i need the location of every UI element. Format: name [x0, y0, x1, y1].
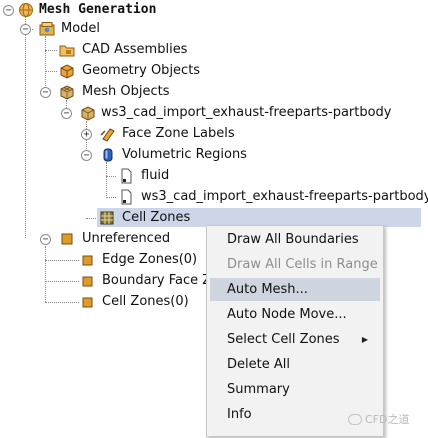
- tree-item-label: CAD Assemblies: [82, 42, 188, 57]
- tree-item-label: Edge Zones(0): [102, 252, 198, 267]
- tree-item-mesh-objects[interactable]: − Mesh Objects: [0, 82, 428, 103]
- mesh-cube-icon: [80, 105, 96, 121]
- menu-item-auto-mesh[interactable]: Auto Mesh...: [210, 278, 380, 301]
- menu-item-auto-node-move[interactable]: Auto Node Move...: [210, 303, 380, 326]
- globe-icon: [18, 2, 34, 18]
- wechat-icon: [348, 413, 362, 425]
- tree-item-part-body[interactable]: − ws3_cad_import_exhaust-freeparts-partb…: [0, 103, 428, 124]
- tree-item-label: fluid: [141, 168, 170, 183]
- region-file-icon: [118, 189, 134, 205]
- cell-zones-icon: [99, 210, 115, 226]
- tree-item-label: Geometry Objects: [82, 63, 201, 78]
- context-menu: Draw All Boundaries Draw All Cells in Ra…: [206, 225, 384, 437]
- menu-item-label: Delete All: [227, 357, 290, 372]
- tree-item-region-part-body[interactable]: ws3_cad_import_exhaust-freeparts-partbod…: [0, 187, 428, 208]
- tree-item-face-zone-labels[interactable]: + Face Zone Labels: [0, 124, 428, 145]
- tree-connector: [86, 218, 96, 219]
- menu-item-label: Auto Node Move...: [227, 307, 347, 322]
- tree-item-boundary-face-zones[interactable]: Boundary Face Z: [0, 271, 211, 292]
- tree-item-label: Cell Zones: [122, 210, 191, 225]
- menu-item-delete-all[interactable]: Delete All: [210, 353, 380, 376]
- menu-item-label: Auto Mesh...: [227, 282, 308, 297]
- tree-item-volumetric-regions[interactable]: − Volumetric Regions: [0, 145, 428, 166]
- tree-item-label: ws3_cad_import_exhaust-freeparts-partbod…: [141, 189, 428, 204]
- tree-item-label: Model: [61, 21, 101, 36]
- orange-square-icon: [80, 252, 96, 268]
- tree-item-unreferenced[interactable]: − Unreferenced: [0, 229, 200, 250]
- collapse-toggle[interactable]: −: [40, 234, 51, 245]
- orange-square-icon: [59, 231, 75, 247]
- tree-item-label: Boundary Face Z: [102, 273, 212, 288]
- tree-item-fluid[interactable]: fluid: [0, 166, 428, 187]
- menu-item-label: Select Cell Zones: [227, 332, 340, 347]
- tree-item-label: Cell Zones(0): [102, 294, 189, 309]
- model-box-icon: [39, 21, 55, 37]
- tree-item-mesh-generation[interactable]: − Mesh Generation: [0, 0, 428, 21]
- tree-item-label: Mesh Generation: [39, 2, 157, 17]
- tree-item-label: ws3_cad_import_exhaust-freeparts-partbod…: [101, 105, 392, 120]
- tree-item-geometry-objects[interactable]: Geometry Objects: [0, 61, 428, 82]
- watermark-text: CFD之道: [365, 413, 410, 426]
- tree-item-cell-zones-count[interactable]: Cell Zones(0): [0, 292, 200, 313]
- tree-item-label: Unreferenced: [82, 231, 171, 246]
- menu-item-label: Summary: [227, 382, 290, 397]
- submenu-arrow-icon: ▶: [361, 335, 368, 344]
- collapse-toggle[interactable]: −: [81, 150, 92, 161]
- tree-item-label: Mesh Objects: [82, 84, 170, 99]
- label-tag-icon: [100, 126, 116, 142]
- tree-item-label: Volumetric Regions: [122, 147, 247, 162]
- menu-item-summary[interactable]: Summary: [210, 378, 380, 401]
- tree-item-cad-assemblies[interactable]: CAD Assemblies: [0, 40, 428, 61]
- cad-folder-icon: [59, 42, 75, 58]
- watermark: CFD之道: [348, 411, 409, 427]
- mesh-cube-icon: [59, 84, 75, 100]
- collapse-toggle[interactable]: −: [20, 24, 31, 35]
- region-file-icon: [118, 168, 134, 184]
- tree-item-label: Face Zone Labels: [122, 126, 235, 141]
- expand-toggle[interactable]: +: [81, 129, 92, 140]
- menu-item-label: Info: [227, 407, 252, 422]
- menu-item-select-cell-zones[interactable]: Select Cell Zones ▶: [210, 328, 380, 351]
- geometry-cube-icon: [59, 63, 75, 79]
- tree-item-edge-zones[interactable]: Edge Zones(0): [0, 250, 200, 271]
- menu-item-draw-all-cells-in-range: Draw All Cells in Range: [210, 253, 380, 276]
- collapse-toggle[interactable]: −: [40, 87, 51, 98]
- menu-item-label: Draw All Cells in Range: [227, 257, 378, 272]
- orange-square-icon: [80, 294, 96, 310]
- volume-cylinder-icon: [100, 147, 116, 163]
- tree-item-model[interactable]: − Model: [0, 19, 428, 40]
- menu-item-draw-all-boundaries[interactable]: Draw All Boundaries: [210, 228, 380, 251]
- collapse-toggle[interactable]: −: [3, 5, 14, 16]
- orange-square-icon: [80, 273, 96, 289]
- menu-item-label: Draw All Boundaries: [227, 232, 359, 247]
- collapse-toggle[interactable]: −: [61, 108, 72, 119]
